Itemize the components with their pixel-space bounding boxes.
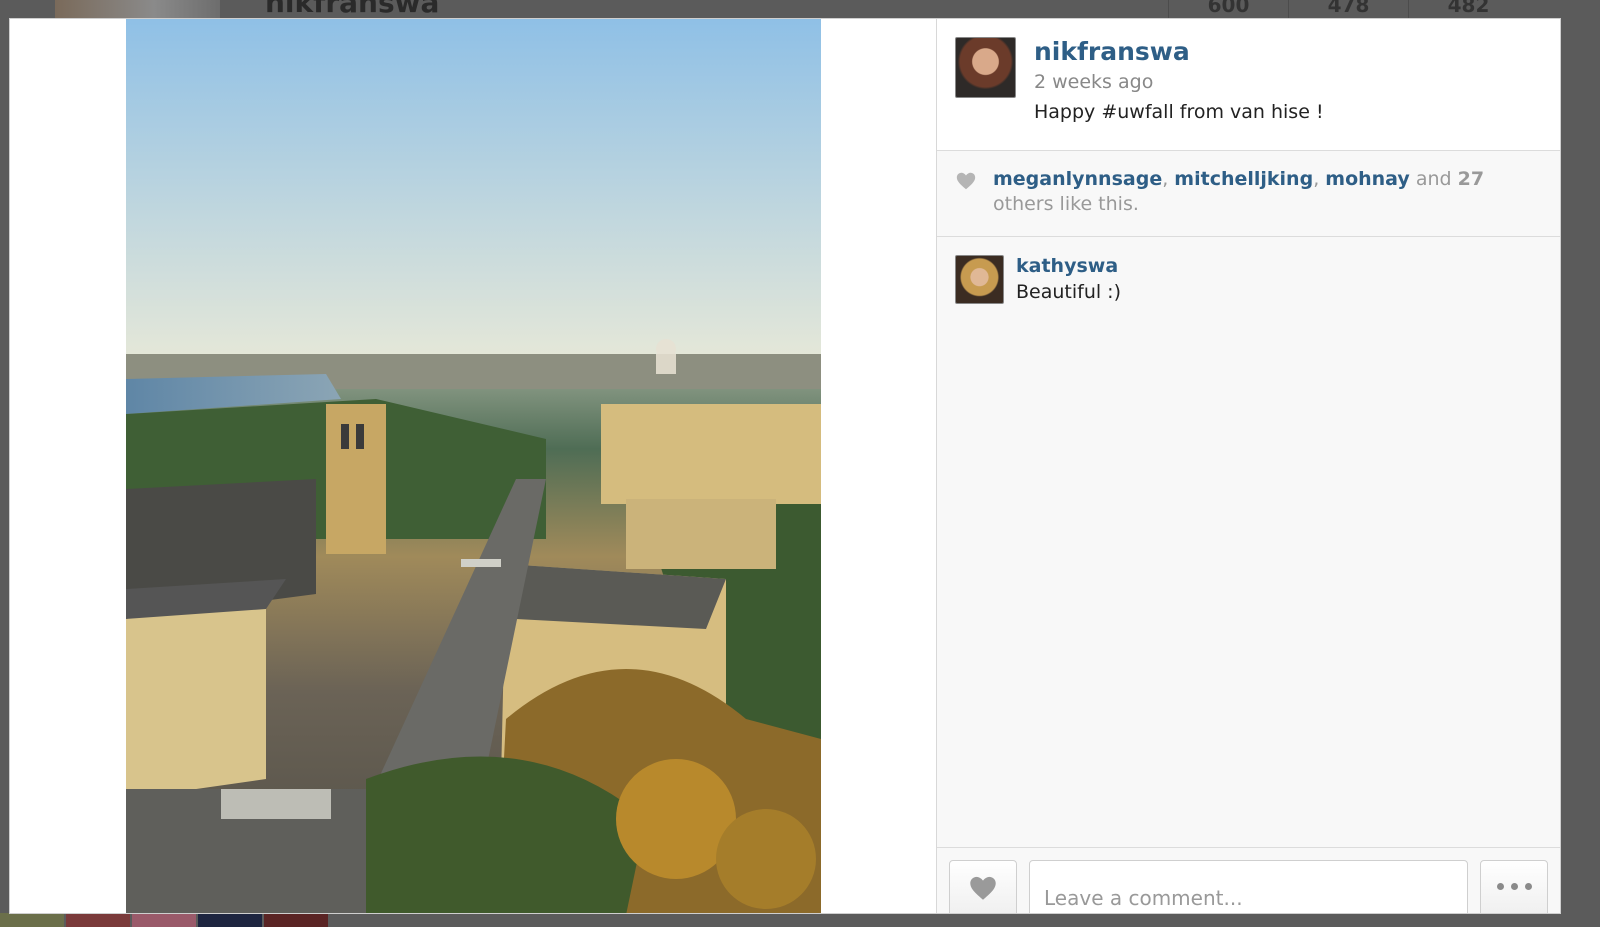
comment-input[interactable]	[1029, 860, 1468, 913]
heart-icon	[970, 876, 996, 900]
like-button[interactable]	[949, 860, 1017, 913]
background-stat: 478	[1288, 0, 1408, 18]
background-stat: 482	[1408, 0, 1528, 18]
comment-composer	[937, 847, 1560, 913]
post-caption: Happy #uwfall from van hise !	[1034, 101, 1324, 123]
background-stats: 600 478 482	[1168, 0, 1528, 18]
post-sidebar: nikfranswa 2 weeks ago Happy #uwfall fro…	[937, 19, 1560, 913]
post-photo-illustration	[126, 19, 821, 913]
background-thumbnail[interactable]	[0, 913, 64, 927]
background-username: nikfranswa	[265, 0, 440, 19]
likes-and: and	[1409, 168, 1458, 190]
commenter-username[interactable]: kathyswa	[1016, 255, 1121, 277]
likes-separator: ,	[1162, 168, 1175, 190]
background-thumbnail[interactable]	[66, 913, 130, 927]
likes-count[interactable]: 27	[1458, 168, 1484, 190]
comment-item: kathyswa Beautiful :)	[955, 255, 1542, 304]
comment-body: kathyswa Beautiful :)	[1016, 255, 1121, 304]
likes-separator: ,	[1313, 168, 1326, 190]
more-options-button[interactable]	[1480, 860, 1548, 913]
comments-list: kathyswa Beautiful :)	[937, 237, 1560, 847]
post-timestamp: 2 weeks ago	[1034, 71, 1154, 93]
background-thumbnails	[0, 913, 345, 927]
post-header: nikfranswa 2 weeks ago Happy #uwfall fro…	[937, 19, 1560, 151]
like-user-link[interactable]: mitchelljking	[1174, 168, 1313, 190]
like-user-link[interactable]: meganlynnsage	[993, 168, 1162, 190]
background-thumbnail[interactable]	[264, 913, 328, 927]
commenter-avatar[interactable]	[955, 255, 1004, 304]
ellipsis-icon	[1524, 883, 1532, 890]
photo-modal: nikfranswa 2 weeks ago Happy #uwfall fro…	[9, 18, 1561, 914]
background-stat: 600	[1168, 0, 1288, 18]
likes-section: meganlynnsage, mitchelljking, mohnay and…	[937, 151, 1560, 237]
photo-area	[10, 19, 937, 913]
heart-icon	[956, 172, 976, 190]
ellipsis-icon	[1496, 883, 1504, 890]
post-photo[interactable]	[126, 19, 821, 913]
like-user-link[interactable]: mohnay	[1325, 168, 1410, 190]
background-thumbnail[interactable]	[198, 913, 262, 927]
background-profile-image	[55, 0, 220, 18]
post-header-text: nikfranswa 2 weeks ago Happy #uwfall fro…	[1034, 37, 1324, 130]
likes-suffix: others like this.	[993, 193, 1139, 215]
likes-text: meganlynnsage, mitchelljking, mohnay and…	[993, 167, 1542, 220]
background-thumbnail[interactable]	[132, 913, 196, 927]
author-avatar[interactable]	[955, 37, 1016, 98]
ellipsis-icon	[1510, 883, 1518, 890]
author-username[interactable]: nikfranswa	[1034, 37, 1324, 67]
comment-text: Beautiful :)	[1016, 281, 1122, 303]
